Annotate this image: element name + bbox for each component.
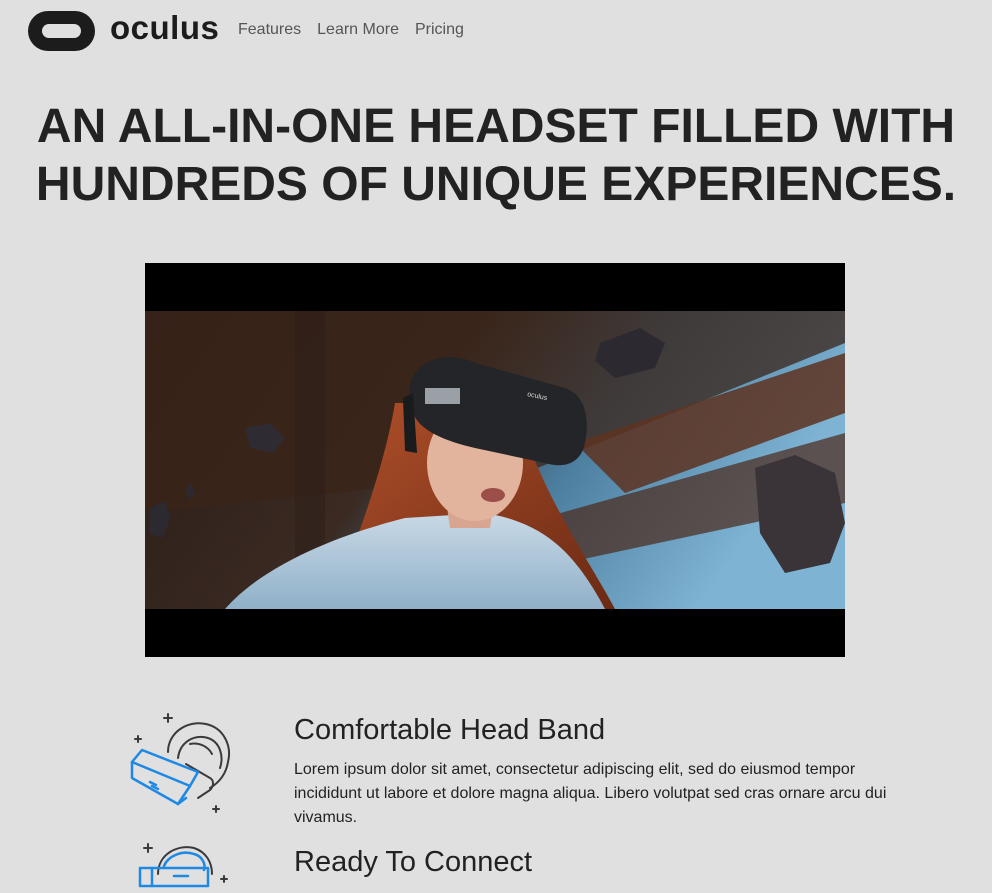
hero-title: AN ALL-IN-ONE HEADSET FILLED WITH HUNDRE…	[0, 98, 992, 214]
feature-title-head-band: Comfortable Head Band	[294, 714, 606, 746]
feature-title-ready-to-connect: Ready To Connect	[294, 846, 533, 878]
hero-title-line-1: AN ALL-IN-ONE HEADSET FILLED WITH	[36, 100, 956, 153]
hero-title-line-2: HUNDREDS OF UNIQUE EXPERIENCES.	[35, 158, 957, 211]
nav-link-pricing[interactable]: Pricing	[415, 21, 464, 39]
logo-text[interactable]: oculus	[110, 8, 219, 48]
feature-description-head-band: Lorem ipsum dolor sit amet, consectetur …	[294, 761, 887, 826]
main-nav: Features Learn More Pricing	[238, 21, 464, 39]
oculus-logo-icon[interactable]	[28, 11, 95, 51]
video-player[interactable]: oculus	[145, 263, 845, 657]
page: oculus Features Learn More Pricing AN AL…	[0, 0, 992, 893]
nav-link-learn-more[interactable]: Learn More	[317, 21, 399, 39]
video-frame: oculus	[145, 311, 845, 609]
vr-connect-icon	[138, 843, 228, 888]
site-header: oculus Features Learn More Pricing	[0, 0, 992, 64]
nav-link-features[interactable]: Features	[238, 21, 301, 39]
vr-headset-icon	[130, 713, 230, 813]
